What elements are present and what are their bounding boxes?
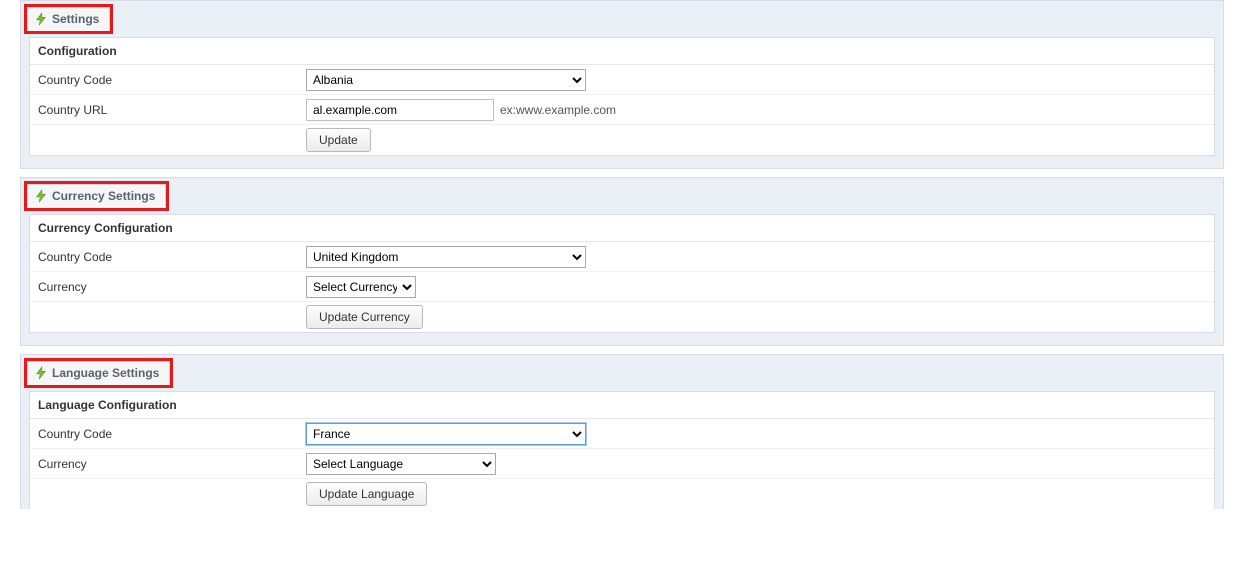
update-language-button[interactable]: Update Language <box>306 482 427 506</box>
currency-country-code-label: Country Code <box>38 250 306 264</box>
language-settings-panel: Language Settings Language Configuration… <box>20 354 1224 509</box>
language-configuration-section: Language Configuration Country Code Fran… <box>29 391 1215 509</box>
country-url-label: Country URL <box>38 103 306 117</box>
language-settings-tab[interactable]: Language Settings <box>27 361 170 385</box>
update-language-row: Update Language <box>30 479 1214 509</box>
currency-row: Currency Select Currency <box>30 272 1214 302</box>
language-configuration-header: Language Configuration <box>30 392 1214 419</box>
currency-settings-panel: Currency Settings Currency Configuration… <box>20 177 1224 346</box>
currency-configuration-section: Currency Configuration Country Code Unit… <box>29 214 1215 333</box>
settings-panel: Settings Configuration Country Code Alba… <box>20 0 1224 169</box>
configuration-section: Configuration Country Code Albania Count… <box>29 37 1215 156</box>
currency-configuration-header: Currency Configuration <box>30 215 1214 242</box>
country-code-row: Country Code Albania <box>30 65 1214 95</box>
country-code-select[interactable]: Albania <box>306 69 586 91</box>
language-settings-panel-header: Language Settings <box>21 355 1223 391</box>
language-label: Currency <box>38 457 306 471</box>
currency-settings-tab-label: Currency Settings <box>52 189 155 203</box>
country-code-label: Country Code <box>38 73 306 87</box>
language-country-code-label: Country Code <box>38 427 306 441</box>
configuration-header: Configuration <box>30 38 1214 65</box>
lightning-icon <box>34 12 48 26</box>
lightning-icon <box>34 189 48 203</box>
lightning-icon <box>34 366 48 380</box>
update-currency-button[interactable]: Update Currency <box>306 305 423 329</box>
currency-label: Currency <box>38 280 306 294</box>
language-settings-tab-label: Language Settings <box>52 366 159 380</box>
update-button[interactable]: Update <box>306 128 371 152</box>
language-country-code-row: Country Code France <box>30 419 1214 449</box>
currency-country-code-select[interactable]: United Kingdom <box>306 246 586 268</box>
currency-settings-panel-header: Currency Settings <box>21 178 1223 214</box>
language-country-code-select[interactable]: France <box>306 423 586 445</box>
settings-tab[interactable]: Settings <box>27 7 110 31</box>
language-select[interactable]: Select Language <box>306 453 496 475</box>
country-url-input[interactable] <box>306 99 494 121</box>
country-url-hint: ex:www.example.com <box>500 103 616 117</box>
country-url-row: Country URL ex:www.example.com <box>30 95 1214 125</box>
update-row: Update <box>30 125 1214 155</box>
update-currency-row: Update Currency <box>30 302 1214 332</box>
currency-country-code-row: Country Code United Kingdom <box>30 242 1214 272</box>
settings-panel-header: Settings <box>21 1 1223 37</box>
language-row: Currency Select Language <box>30 449 1214 479</box>
settings-tab-label: Settings <box>52 12 99 26</box>
currency-select[interactable]: Select Currency <box>306 276 416 298</box>
currency-settings-tab[interactable]: Currency Settings <box>27 184 166 208</box>
